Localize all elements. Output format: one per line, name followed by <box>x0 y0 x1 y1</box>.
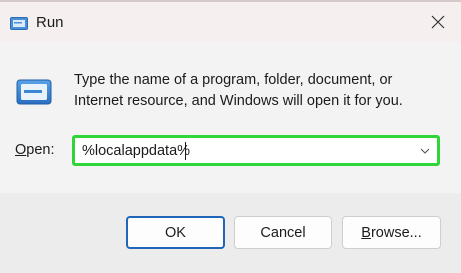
chevron-down-icon[interactable] <box>419 145 431 157</box>
cancel-button-label: Cancel <box>260 224 306 241</box>
text-caret <box>185 142 186 160</box>
cancel-button[interactable]: Cancel <box>234 216 332 249</box>
open-label-accelerator: O <box>15 142 27 158</box>
run-dialog: Run Type the name of a program, folder, … <box>0 0 461 273</box>
run-icon <box>16 79 52 105</box>
button-bar: OK Cancel Browse... <box>0 193 461 273</box>
browse-button[interactable]: Browse... <box>342 216 441 249</box>
title-bar[interactable]: Run <box>0 2 461 42</box>
open-input[interactable] <box>82 141 402 161</box>
ok-button-label: OK <box>165 224 186 241</box>
dialog-content: Type the name of a program, folder, docu… <box>0 42 461 173</box>
window-title: Run <box>36 14 64 31</box>
close-button[interactable] <box>415 2 461 42</box>
dialog-description: Type the name of a program, folder, docu… <box>74 72 403 109</box>
open-label-text: pen: <box>26 142 55 158</box>
browse-button-accelerator: B <box>361 224 371 241</box>
run-icon <box>10 17 28 30</box>
browse-button-label: rowse... <box>370 224 422 241</box>
ok-button[interactable]: OK <box>126 216 225 249</box>
open-combobox[interactable] <box>72 135 440 166</box>
close-icon <box>431 15 445 29</box>
open-label: Open: <box>15 140 55 160</box>
